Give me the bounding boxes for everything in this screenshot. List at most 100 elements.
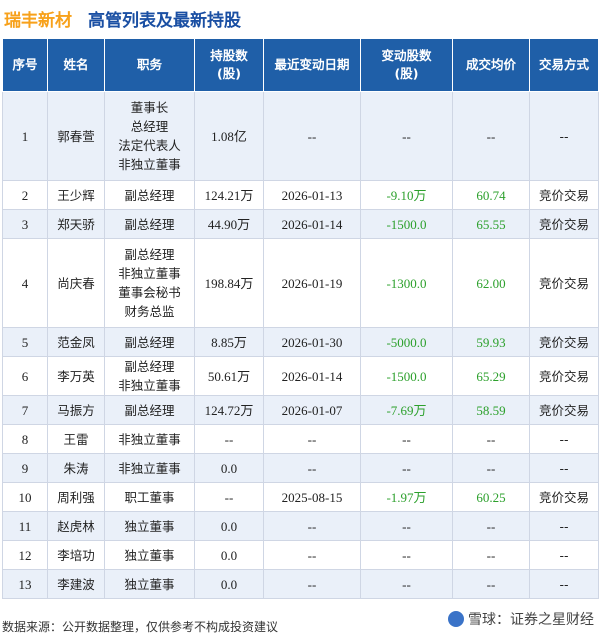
cell-name: 赵虎林	[47, 511, 105, 541]
table-row: 6 李万英 副总经理 非独立董事 50.61万 2026-01-14 -1500.0 65.…	[2, 356, 599, 396]
cell-role: 副总经理	[104, 180, 195, 210]
cell-shares: 0.0	[194, 511, 264, 541]
cell-date: --	[263, 569, 361, 599]
snowball-logo-icon	[448, 611, 464, 627]
table-row: 10 周利强 职工董事 -- 2025-08-15 -1.97万 60.25 竞价交易	[2, 482, 599, 512]
cell-price: 58.59	[452, 395, 530, 425]
cell-change: -1500.0	[360, 209, 453, 239]
cell-no: 12	[2, 540, 48, 570]
cell-price: 65.29	[452, 356, 530, 396]
cell-method: --	[529, 511, 599, 541]
cell-price: --	[452, 453, 530, 483]
cell-role: 独立董事	[104, 511, 195, 541]
cell-name: 尚庆春	[47, 238, 105, 328]
cell-date: 2025-08-15	[263, 482, 361, 512]
cell-shares: 124.21万	[194, 180, 264, 210]
cell-price: 60.25	[452, 482, 530, 512]
table-row: 11 赵虎林 独立董事 0.0 -- -- -- --	[2, 511, 599, 541]
cell-name: 王少辉	[47, 180, 105, 210]
cell-method: 竞价交易	[529, 209, 599, 239]
cell-date: --	[263, 511, 361, 541]
cell-method: 竞价交易	[529, 327, 599, 357]
cell-name: 李建波	[47, 569, 105, 599]
column-header-date: 最近变动日期	[263, 38, 361, 92]
cell-shares: 8.85万	[194, 327, 264, 357]
cell-shares: 44.90万	[194, 209, 264, 239]
cell-name: 范金凤	[47, 327, 105, 357]
cell-method: 竞价交易	[529, 180, 599, 210]
table-row: 4 尚庆春 副总经理 非独立董事 董事会秘书 财务总监 198.84万 2026-01-…	[2, 238, 599, 328]
cell-no: 2	[2, 180, 48, 210]
cell-date: 2026-01-19	[263, 238, 361, 328]
table-row: 3 郑天骄 副总经理 44.90万 2026-01-14 -1500.0 65.55 竞价交易	[2, 209, 599, 239]
cell-change: --	[360, 453, 453, 483]
cell-no: 8	[2, 424, 48, 454]
cell-shares: 0.0	[194, 540, 264, 570]
cell-role: 非独立董事	[104, 424, 195, 454]
cell-role: 副总经理 非独立董事	[104, 356, 195, 396]
cell-no: 1	[2, 91, 48, 181]
table-row: 13 李建波 独立董事 0.0 -- -- -- --	[2, 569, 599, 599]
column-header-price: 成交均价	[452, 38, 530, 92]
table-row: 2 王少辉 副总经理 124.21万 2026-01-13 -9.10万 60.74 竞价交易	[2, 180, 599, 210]
cell-name: 周利强	[47, 482, 105, 512]
cell-role: 副总经理	[104, 209, 195, 239]
cell-date: --	[263, 424, 361, 454]
column-header-shares: 持股数 (股)	[194, 38, 264, 92]
cell-date: 2026-01-30	[263, 327, 361, 357]
cell-no: 4	[2, 238, 48, 328]
cell-role: 副总经理 非独立董事 董事会秘书 财务总监	[104, 238, 195, 328]
cell-change: -1500.0	[360, 356, 453, 396]
column-header-change: 变动股数 (股)	[360, 38, 453, 92]
cell-shares: 0.0	[194, 453, 264, 483]
cell-price: 62.00	[452, 238, 530, 328]
cell-method: --	[529, 453, 599, 483]
cell-shares: 198.84万	[194, 238, 264, 328]
cell-no: 6	[2, 356, 48, 396]
table-row: 1 郭春萱 董事长 总经理 法定代表人 非独立董事 1.08亿 -- -- -- --	[2, 91, 599, 181]
cell-change: --	[360, 91, 453, 181]
cell-method: --	[529, 424, 599, 454]
column-header-no: 序号	[2, 38, 48, 92]
cell-no: 10	[2, 482, 48, 512]
cell-price: --	[452, 91, 530, 181]
table-header-row: 序号 姓名 职务 持股数 (股) 最近变动日期 变动股数 (股) 成交均价 交易…	[2, 38, 599, 92]
cell-change: -1300.0	[360, 238, 453, 328]
table-row: 5 范金凤 副总经理 8.85万 2026-01-30 -5000.0 59.93 竞价交易	[2, 327, 599, 357]
cell-date: --	[263, 540, 361, 570]
cell-change: -1.97万	[360, 482, 453, 512]
cell-change: --	[360, 511, 453, 541]
cell-no: 9	[2, 453, 48, 483]
cell-role: 非独立董事	[104, 453, 195, 483]
brand-label: 雪球：证券之星财经	[468, 612, 594, 628]
executive-holdings-table: 序号 姓名 职务 持股数 (股) 最近变动日期 变动股数 (股) 成交均价 交易…	[2, 38, 599, 599]
cell-date: 2026-01-13	[263, 180, 361, 210]
cell-role: 独立董事	[104, 569, 195, 599]
cell-name: 李万英	[47, 356, 105, 396]
cell-role: 副总经理	[104, 395, 195, 425]
data-source-note: 数据来源：公开数据整理，仅供参考不构成投资建议	[2, 620, 279, 634]
cell-price: --	[452, 424, 530, 454]
cell-shares: 124.72万	[194, 395, 264, 425]
cell-price: --	[452, 540, 530, 570]
column-header-role: 职务	[104, 38, 195, 92]
cell-method: 竞价交易	[529, 395, 599, 425]
cell-no: 5	[2, 327, 48, 357]
cell-shares: 0.0	[194, 569, 264, 599]
cell-no: 11	[2, 511, 48, 541]
column-header-method: 交易方式	[529, 38, 599, 92]
cell-no: 7	[2, 395, 48, 425]
cell-no: 13	[2, 569, 48, 599]
cell-change: --	[360, 540, 453, 570]
cell-method: --	[529, 91, 599, 181]
cell-method: 竞价交易	[529, 238, 599, 328]
cell-date: --	[263, 91, 361, 181]
cell-shares: 1.08亿	[194, 91, 264, 181]
cell-role: 职工董事	[104, 482, 195, 512]
cell-shares: --	[194, 482, 264, 512]
brand-watermark: 雪球：证券之星财经	[448, 609, 594, 629]
cell-change: -7.69万	[360, 395, 453, 425]
cell-method: 竞价交易	[529, 356, 599, 396]
cell-date: 2026-01-14	[263, 209, 361, 239]
cell-name: 马振方	[47, 395, 105, 425]
